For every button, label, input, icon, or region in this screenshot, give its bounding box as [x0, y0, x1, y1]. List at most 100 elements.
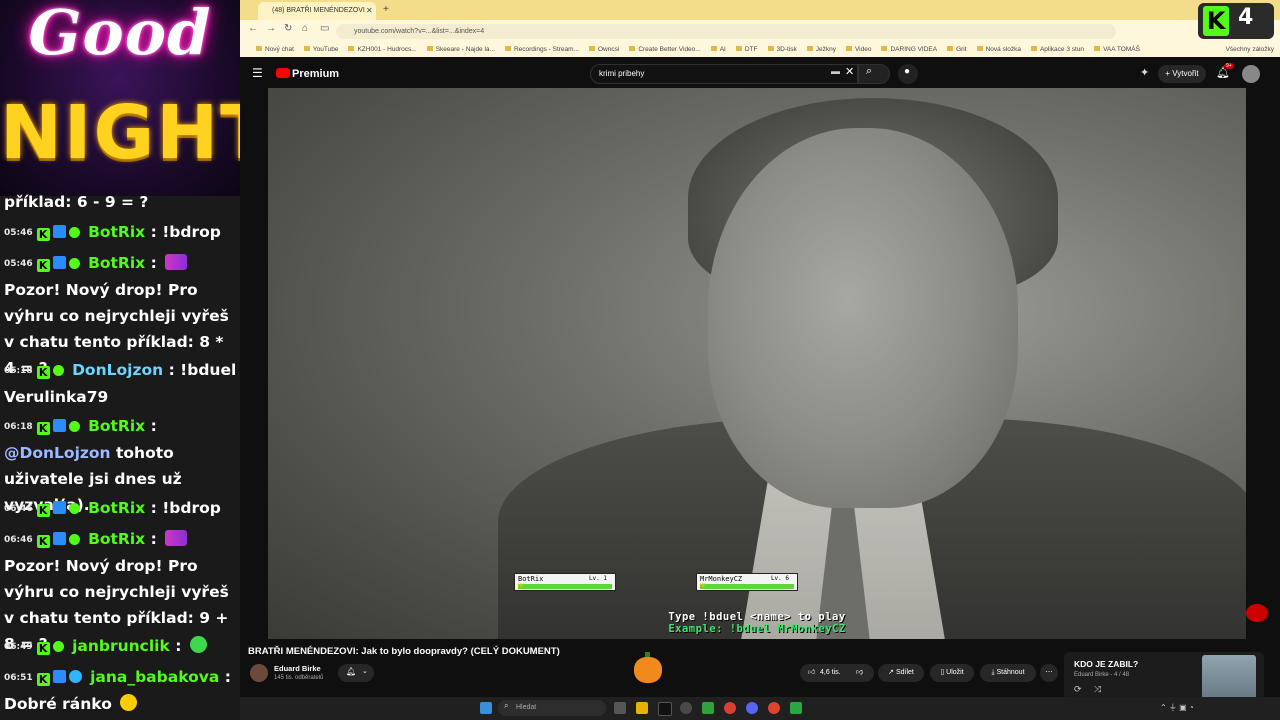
chat-username[interactable]: DonLojzon	[72, 361, 163, 379]
chrome-icon[interactable]	[724, 702, 736, 714]
bookmark-item[interactable]: Nový chat	[256, 46, 294, 53]
more-actions-icon[interactable]: ⋯	[1040, 664, 1058, 682]
tiktok-icon[interactable]	[658, 702, 672, 716]
bookmark-item[interactable]: KZH001 - Hudrocs...	[348, 46, 416, 53]
bookmark-item[interactable]: DTF	[736, 46, 758, 53]
notification-count-badge: 9+	[1224, 63, 1234, 69]
browser-icon[interactable]	[768, 702, 780, 714]
duel-player2-hp-fill	[700, 584, 794, 589]
dislike-icon[interactable]: 👎︎	[856, 664, 863, 682]
file-explorer-icon[interactable]	[636, 702, 648, 714]
youtube-play-icon[interactable]	[1246, 604, 1268, 622]
reload-icon[interactable]: ↻	[284, 23, 292, 34]
chat-text: Dobré ránko	[4, 695, 112, 713]
play-app-icon[interactable]	[790, 702, 802, 714]
duel-player1-hp-fill	[518, 584, 612, 589]
channel-avatar[interactable]	[250, 664, 268, 682]
chat-mention[interactable]: @DonLojzon	[4, 444, 111, 462]
bookmark-item[interactable]: Owncsi	[589, 46, 619, 53]
chat-text: příklad: 6 - 9 = ?	[4, 193, 149, 211]
duel-player2-name: MrMonkeyCZ	[700, 575, 743, 583]
moderator-badge-icon	[52, 501, 66, 514]
close-tab-icon[interactable]: ✕	[366, 6, 373, 15]
bookmark-item[interactable]: VAA TOMÁŠ	[1094, 46, 1140, 53]
bookmark-item[interactable]: AI	[711, 46, 726, 53]
playlist-progress: Eduard Birke - 4 / 48	[1074, 672, 1130, 678]
menu-icon[interactable]: ☰	[252, 66, 263, 80]
bookmark-item[interactable]: Skeeare - Najde la...	[427, 46, 495, 53]
channel-name[interactable]: Eduard Birke	[274, 664, 321, 673]
download-button[interactable]: ⤓ Stáhnout	[980, 664, 1036, 682]
subscription-bell-button[interactable]: 🔔︎ ⌄	[338, 664, 374, 682]
chat-separator: :	[175, 637, 182, 655]
address-bar[interactable]: youtube.com/watch?v=...&list=...&index=4	[336, 24, 1116, 39]
create-button[interactable]: + Vytvořit	[1158, 65, 1206, 83]
extension-icon[interactable]: ✦	[1140, 66, 1149, 79]
share-button[interactable]: ↗ Sdílet	[878, 664, 924, 682]
all-bookmarks[interactable]: Všechny záložky	[1226, 42, 1274, 57]
chat-username[interactable]: BotRix	[88, 223, 145, 241]
verified-badge-icon	[52, 365, 64, 376]
sidebar-icon[interactable]: ▭	[320, 23, 329, 34]
duel-player2-card: MrMonkeyCZ Lv. 6 HP	[696, 573, 798, 591]
emote-icon	[189, 636, 207, 653]
chat-message: 06:49 K janbrunclik :	[4, 633, 238, 660]
chevron-down-icon: ⌄	[362, 668, 368, 675]
moderator-badge-icon	[52, 670, 66, 683]
chat-message: 06:46 K BotRix : !bdrop	[4, 495, 238, 522]
duel-player1-card: BotRix Lv. 1 HP	[514, 573, 616, 591]
create-label: Vytvořit	[1172, 69, 1199, 78]
system-tray-icons[interactable]: ⌃ ⏚ ▣ ◔	[1160, 702, 1194, 713]
discord-icon[interactable]	[746, 702, 758, 714]
chat-username[interactable]: jana_babakova	[90, 668, 219, 686]
shuffle-icon[interactable]: ⤨	[1094, 684, 1101, 695]
chat-timestamp: 06:49	[4, 642, 33, 652]
bookmark-item[interactable]: Create Better Video...	[629, 46, 700, 53]
bookmark-item[interactable]: Aplikace 3 stun	[1031, 46, 1084, 53]
save-button[interactable]: ▯ Uložit	[930, 664, 974, 682]
bookmark-item[interactable]: Grit	[947, 46, 966, 53]
bookmark-item[interactable]: Nová složka	[977, 46, 1021, 53]
search-icon: ⌕	[866, 65, 873, 77]
youtube-logo-icon[interactable]	[276, 68, 290, 78]
new-tab-icon[interactable]: +	[383, 4, 389, 15]
search-button[interactable]	[858, 64, 890, 84]
like-count[interactable]: 4,6 tis.	[820, 664, 841, 682]
youtube-premium-label[interactable]: Premium	[292, 68, 339, 80]
bookmark-item[interactable]: YouTube	[304, 46, 339, 53]
loop-icon[interactable]: ⟳	[1074, 684, 1082, 695]
xbox-icon[interactable]	[702, 702, 714, 714]
chat-username[interactable]: BotRix	[88, 530, 145, 548]
chat-separator: :	[150, 417, 157, 435]
taskbar-search[interactable]: Hledat	[498, 700, 606, 716]
start-icon[interactable]	[480, 702, 492, 714]
bookmark-item[interactable]: DARING VIDEA	[881, 46, 937, 53]
bookmark-item[interactable]: 3D-tisk	[768, 46, 797, 53]
home-icon[interactable]: ⌂	[302, 23, 308, 34]
stream-chat-panel: Good NIGHT příklad: 6 - 9 = ? 05:46K Bot…	[0, 0, 240, 720]
bookmark-item[interactable]: Ježkny	[807, 46, 836, 53]
search-input[interactable]: krimi pribehy	[590, 64, 858, 84]
duel-player1-level: Lv. 1	[588, 575, 607, 582]
download-label: Stáhnout	[996, 669, 1025, 676]
task-view-icon[interactable]	[614, 702, 626, 714]
chat-username[interactable]: BotRix	[88, 417, 145, 435]
playlist-title[interactable]: KDO JE ZABIL?	[1074, 659, 1138, 669]
back-icon[interactable]: ←	[248, 23, 258, 34]
bookmark-item[interactable]: Recordings - Stream...	[505, 46, 579, 53]
chat-username[interactable]: BotRix	[88, 254, 145, 272]
chat-separator: :	[168, 361, 175, 379]
like-icon[interactable]: 👍︎	[808, 664, 815, 682]
keyboard-icon[interactable]: ▬	[831, 66, 840, 76]
chat-username[interactable]: janbrunclik	[72, 637, 170, 655]
clear-search-icon[interactable]: ✕	[845, 65, 854, 78]
kick-badge-icon: K	[36, 366, 50, 379]
video-player[interactable]	[268, 88, 1246, 639]
bookmark-item[interactable]: Video	[846, 46, 872, 53]
settings-icon[interactable]	[680, 702, 692, 714]
chat-username[interactable]: BotRix	[88, 499, 145, 517]
emote-icon	[165, 254, 188, 270]
browser-tab[interactable]: (48) BRATŘI MENÉNDEZOVI	[258, 2, 376, 20]
forward-icon[interactable]: →	[266, 23, 276, 34]
avatar[interactable]	[1242, 65, 1260, 83]
